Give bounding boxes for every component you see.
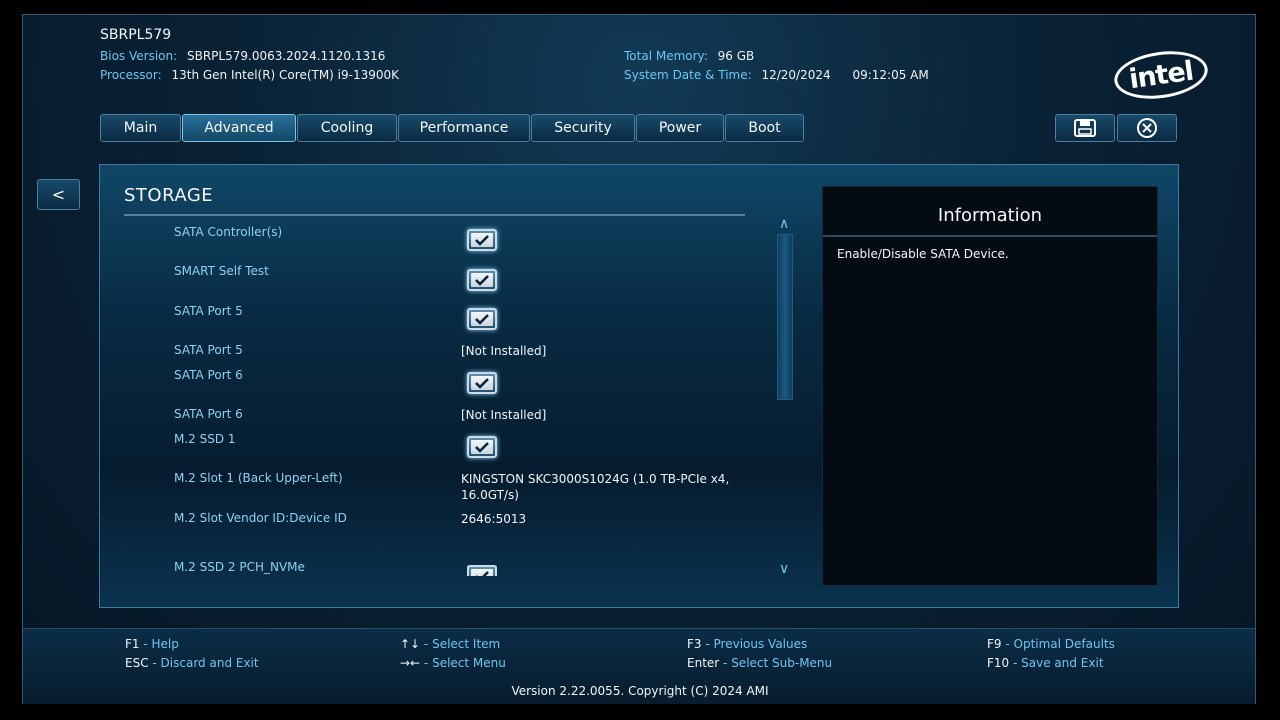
checkmark-icon (475, 235, 489, 246)
checkmark-icon (475, 378, 489, 389)
bios-version-value: SBRPL579.0063.2024.1120.1316 (186, 49, 386, 63)
discard-exit-hint: ESC - Discard and Exit (125, 656, 259, 670)
row-m2-slot-1-label: M.2 Slot 1 (Back Upper-Left) (174, 471, 343, 485)
enter-key: Enter (687, 656, 720, 670)
sata-port-5-status-value: [Not Installed] (461, 344, 547, 358)
row-m2-vendor-id-label: M.2 Slot Vendor ID:Device ID (174, 511, 347, 525)
close-circle-icon (1137, 118, 1157, 138)
tab-power[interactable]: Power (636, 114, 724, 142)
tab-cooling-label: Cooling (320, 120, 374, 136)
f10-key: F10 (987, 656, 1010, 670)
row-smart-self-test-label[interactable]: SMART Self Test (174, 264, 269, 278)
back-button-label: < (51, 185, 66, 204)
information-title: Information (937, 205, 1043, 226)
select-menu-hint: →← - Select Menu (400, 656, 506, 670)
processor-label: Processor: (100, 68, 162, 82)
processor-value: 13th Gen Intel(R) Core(TM) i9-13900K (171, 68, 400, 82)
row-sata-controllers-label[interactable]: SATA Controller(s) (174, 225, 282, 239)
save-exit-action: Save and Exit (1021, 656, 1104, 670)
updown-arrows-key: ↑↓ (400, 637, 421, 651)
exit-button[interactable] (1117, 114, 1177, 142)
tab-security[interactable]: Security (531, 114, 635, 142)
bios-version-line: Bios Version: SBRPL579.0063.2024.1120.13… (100, 49, 385, 63)
previous-values-hint: F3 - Previous Values (687, 637, 808, 651)
sata-port-6-status-value: [Not Installed] (461, 408, 547, 422)
checkmark-icon (475, 314, 489, 325)
copyright-text: Version 2.22.0055. Copyright (C) 2024 AM… (511, 684, 769, 698)
sata-port-5-checkbox[interactable] (467, 308, 497, 330)
m2-vendor-id-value: 2646:5013 (461, 512, 527, 526)
leftright-arrows-key: →← (400, 656, 421, 670)
save-exit-hint: F10 - Save and Exit (987, 656, 1104, 670)
intel-logo-text: intel (1127, 55, 1195, 95)
tab-advanced[interactable]: Advanced (182, 114, 296, 142)
optimal-defaults-action: Optimal Defaults (1013, 637, 1115, 651)
m2-ssd-2-checkbox[interactable] (467, 565, 497, 576)
bios-version-label: Bios Version: (100, 49, 178, 63)
tab-cooling[interactable]: Cooling (297, 114, 397, 142)
system-time[interactable]: 09:12:05 AM (852, 68, 928, 82)
processor-line: Processor: 13th Gen Intel(R) Core(TM) i9… (100, 68, 399, 82)
select-submenu-hint: Enter - Select Sub-Menu (687, 656, 833, 670)
select-menu-action: Select Menu (432, 656, 506, 670)
select-submenu-action: Select Sub-Menu (731, 656, 833, 670)
tab-boot-label: Boot (748, 120, 781, 136)
system-date[interactable]: 12/20/2024 (761, 68, 830, 82)
floppy-disk-icon (1074, 119, 1096, 137)
row-m2-ssd-1-label[interactable]: M.2 SSD 1 (174, 432, 236, 446)
m2-slot-1-value: KINGSTON SKC3000S1024G (1.0 TB-PCIe x4, … (461, 472, 730, 502)
esc-key: ESC (125, 656, 149, 670)
row-sata-port-5-label[interactable]: SATA Port 5 (174, 304, 243, 318)
scroll-up-icon[interactable]: ∧ (779, 216, 789, 232)
scrollbar-thumb[interactable] (777, 234, 793, 400)
checkmark-icon (476, 571, 489, 576)
sata-port-6-checkbox[interactable] (467, 372, 497, 394)
m2-ssd-1-checkbox[interactable] (467, 436, 497, 458)
row-sata-port-6-status-label: SATA Port 6 (174, 407, 243, 421)
information-panel: Information Enable/Disable SATA Device. (822, 186, 1158, 586)
datetime-label: System Date & Time: (624, 68, 752, 82)
information-divider (823, 235, 1157, 237)
discard-exit-action: Discard and Exit (160, 656, 259, 670)
smart-self-test-checkbox[interactable] (467, 269, 497, 291)
help-action: Help (151, 637, 179, 651)
tab-power-label: Power (658, 120, 702, 136)
memory-line: Total Memory: 96 GB (624, 49, 754, 63)
tab-boot[interactable]: Boot (725, 114, 804, 142)
section-divider (124, 214, 745, 216)
tab-main-label: Main (123, 120, 158, 136)
row-sata-port-6-label[interactable]: SATA Port 6 (174, 368, 243, 382)
section-title: STORAGE (124, 185, 214, 206)
f3-key: F3 (687, 637, 702, 651)
tab-advanced-label: Advanced (204, 120, 274, 136)
select-item-action: Select Item (432, 637, 501, 651)
scroll-down-icon[interactable]: ∨ (779, 561, 789, 577)
total-memory-value: 96 GB (717, 49, 755, 63)
total-memory-label: Total Memory: (624, 49, 708, 63)
information-text: Enable/Disable SATA Device. (837, 247, 1009, 261)
datetime-line: System Date & Time: 12/20/2024 09:12:05 … (624, 68, 929, 82)
tab-performance[interactable]: Performance (398, 114, 530, 142)
tab-security-label: Security (554, 120, 612, 136)
optimal-defaults-hint: F9 - Optimal Defaults (987, 637, 1115, 651)
row-m2-ssd-2-label[interactable]: M.2 SSD 2 PCH_NVMe (174, 560, 305, 574)
help-key: F1 (125, 637, 140, 651)
tab-performance-label: Performance (419, 120, 509, 136)
f9-key: F9 (987, 637, 1002, 651)
help-hint: F1 - Help (125, 637, 179, 651)
previous-values-action: Previous Values (713, 637, 808, 651)
save-button[interactable] (1055, 114, 1115, 142)
sata-controllers-checkbox[interactable] (467, 229, 497, 251)
checkmark-icon (475, 442, 489, 453)
row-sata-port-5-status-label: SATA Port 5 (174, 343, 243, 357)
board-model: SBRPL579 (100, 27, 172, 43)
checkmark-icon (475, 275, 489, 286)
back-button[interactable]: < (37, 179, 80, 210)
select-item-hint: ↑↓ - Select Item (400, 637, 501, 651)
m2-ssd-2-checkbox-clip (467, 565, 497, 576)
tab-main[interactable]: Main (100, 114, 181, 142)
